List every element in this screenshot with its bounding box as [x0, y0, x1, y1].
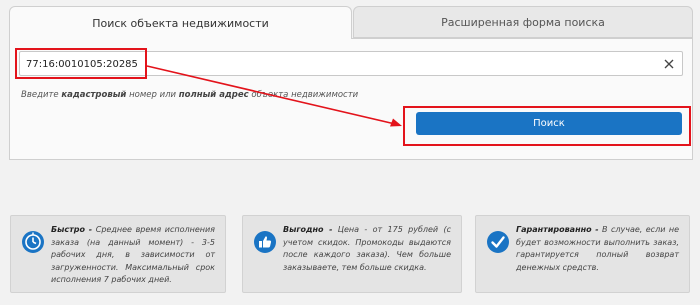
card-title: Выгодно - — [283, 225, 333, 234]
card-title: Быстро - — [51, 225, 93, 234]
tab-advanced-search[interactable]: Расширенная форма поиска — [353, 6, 693, 38]
close-icon[interactable] — [662, 57, 676, 71]
card-guaranteed: Гарантированно - В случае, если не будет… — [475, 215, 690, 293]
hint-middle: номер или — [126, 90, 179, 100]
hint-bold-address: полный адрес — [178, 90, 249, 100]
thumbs-up-icon — [254, 231, 276, 253]
card-text: Быстро - Среднее время исполнения заказа… — [51, 224, 215, 287]
tab-search-object[interactable]: Поиск объекта недвижимости — [9, 6, 352, 39]
hint-bold-cadastral: кадастровый — [61, 90, 127, 100]
search-button[interactable]: Поиск — [416, 112, 682, 135]
card-profitable: Выгодно - Цена - от 175 рублей (с учетом… — [242, 215, 462, 293]
card-text: Выгодно - Цена - от 175 рублей (с учетом… — [283, 224, 451, 274]
search-hint: Введите кадастровый номер или полный адр… — [21, 90, 358, 100]
card-text: Гарантированно - В случае, если не будет… — [516, 224, 679, 274]
hint-prefix: Введите — [21, 90, 62, 100]
hint-suffix: объекта недвижимости — [248, 90, 359, 100]
checkmark-icon — [487, 231, 509, 253]
tab-label: Поиск объекта недвижимости — [92, 16, 269, 30]
search-input[interactable] — [26, 55, 646, 73]
card-title: Гарантированно - — [516, 225, 599, 234]
search-field — [19, 51, 683, 76]
tab-label: Расширенная форма поиска — [441, 15, 605, 29]
card-fast: Быстро - Среднее время исполнения заказа… — [10, 215, 226, 293]
clock-icon — [22, 231, 44, 253]
